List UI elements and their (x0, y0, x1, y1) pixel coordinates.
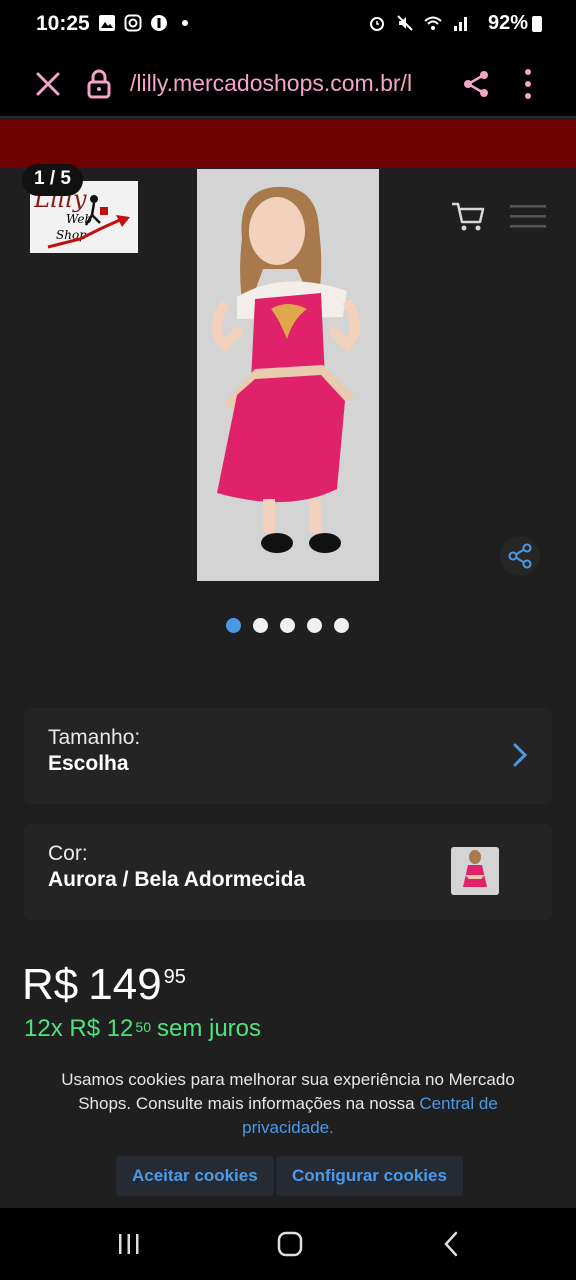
color-selector[interactable]: Cor: Aurora / Bela Adormecida (24, 824, 552, 920)
installments-amount: 12x R$ 12 (24, 1015, 134, 1042)
alarm-icon (370, 17, 384, 31)
lock-icon (87, 69, 111, 99)
configure-cookies-button[interactable]: Configurar cookies (276, 1156, 463, 1196)
more-notifications-dot (182, 20, 188, 26)
system-icons (368, 14, 470, 32)
status-bar: 10:25 92% (0, 0, 576, 50)
carousel-dot[interactable] (307, 618, 322, 633)
color-thumbnail-image (451, 847, 499, 895)
color-thumbnail[interactable] (451, 847, 499, 895)
color-value: Aurora / Bela Adormecida (48, 868, 306, 891)
accept-cookies-button[interactable]: Aceitar cookies (116, 1156, 274, 1196)
instagram-icon (124, 14, 142, 32)
size-value: Escolha (48, 752, 129, 775)
installments-cents: 50 (135, 1019, 151, 1035)
signal-icon (454, 17, 467, 31)
back-icon[interactable] (440, 1230, 462, 1258)
price-integer: 149 (88, 960, 162, 1009)
wifi-icon (424, 16, 442, 30)
more-vert-icon[interactable] (514, 66, 542, 102)
image-counter: 1 / 5 (22, 164, 83, 196)
home-icon[interactable] (276, 1230, 304, 1258)
battery-icon (532, 15, 542, 32)
carousel-dot[interactable] (334, 618, 349, 633)
top-banner (0, 120, 576, 168)
cart-icon[interactable] (450, 198, 486, 234)
app-notification-icon (151, 15, 167, 31)
url-address[interactable]: /lilly.mercadoshops.com.br/l (130, 70, 442, 97)
cookie-message: Usamos cookies para melhorar sua experiê… (40, 1068, 536, 1140)
price-cents: 95 (163, 966, 186, 988)
share-icon (508, 543, 532, 569)
cookie-banner: Usamos cookies para melhorar sua experiê… (0, 1060, 576, 1206)
carousel-dot[interactable] (280, 618, 295, 633)
share-product-button[interactable] (500, 536, 540, 576)
installments: 12x R$ 12 50 sem juros (24, 1015, 261, 1043)
carousel-dot[interactable] (253, 618, 268, 633)
battery-status: 92% (488, 12, 542, 35)
close-icon[interactable] (32, 68, 64, 100)
mute-icon (397, 15, 413, 31)
carousel-dot[interactable] (226, 618, 241, 633)
installments-suffix: sem juros (156, 1015, 262, 1042)
battery-percent: 92% (487, 12, 528, 34)
size-selector[interactable]: Tamanho: Escolha (24, 708, 552, 804)
carousel-dots (226, 618, 349, 633)
price-currency: R$ (22, 960, 79, 1009)
color-label: Cor: (48, 842, 88, 865)
gallery-icon (99, 15, 115, 31)
size-label: Tamanho: (48, 726, 141, 749)
menu-icon[interactable] (508, 202, 548, 232)
product-photo (197, 169, 379, 581)
product-price: R$ 149 95 (22, 960, 186, 1010)
recent-apps-icon[interactable] (116, 1232, 142, 1256)
chevron-right-icon (513, 743, 528, 767)
system-nav-bar (0, 1208, 576, 1280)
share-icon[interactable] (460, 68, 492, 100)
product-image[interactable] (197, 169, 379, 581)
status-time: 10:25 (36, 12, 90, 35)
notification-icons (98, 14, 188, 32)
browser-toolbar: /lilly.mercadoshops.com.br/l (0, 50, 576, 118)
